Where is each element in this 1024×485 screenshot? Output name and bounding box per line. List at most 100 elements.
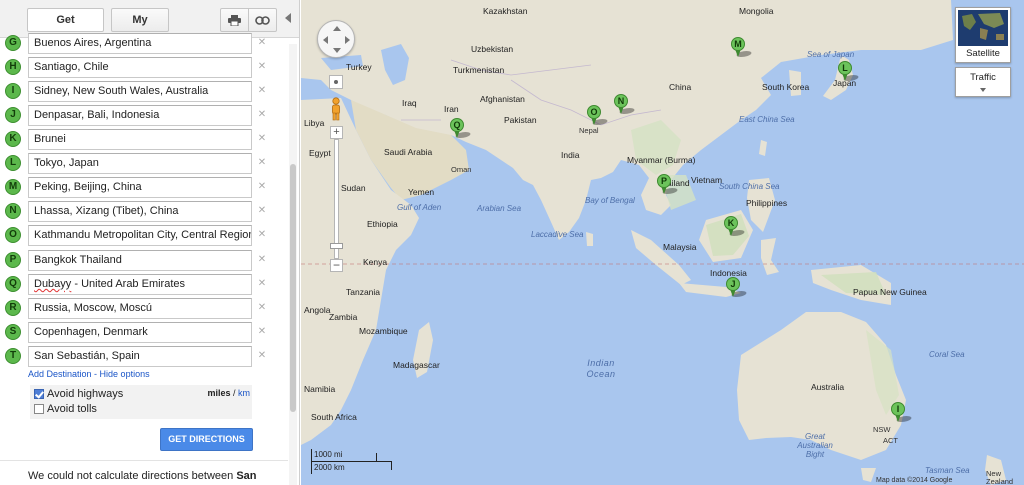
add-destination-link[interactable]: Add Destination [28, 369, 92, 379]
avoid-highways-option[interactable]: Avoid highways [34, 387, 123, 401]
remove-destination-icon[interactable]: ✕ [257, 84, 267, 98]
remove-destination-icon[interactable]: ✕ [257, 132, 267, 146]
map-label-egypt: Egypt [309, 148, 331, 158]
map-marker[interactable]: I [891, 402, 914, 422]
remove-destination-icon[interactable]: ✕ [257, 253, 267, 267]
destination-row: S Copenhagen, Denmark ✕ [5, 322, 270, 344]
map-label-angola: Angola [304, 305, 331, 315]
remove-destination-icon[interactable]: ✕ [257, 349, 267, 363]
map-marker[interactable]: O [587, 105, 610, 125]
scale-km: 2000 km [314, 463, 345, 472]
my-places-tab[interactable]: My places [111, 8, 169, 48]
link-button[interactable] [248, 8, 277, 32]
miles-unit[interactable]: miles [207, 388, 230, 398]
map-label-arabian-sea: Arabian Sea [477, 204, 522, 213]
map-label-mongolia: Mongolia [739, 6, 774, 16]
map-scale: 1000 mi 2000 km [311, 449, 393, 474]
pan-left-icon[interactable] [323, 36, 328, 44]
map-label-pakistan: Pakistan [504, 115, 537, 125]
remove-destination-icon[interactable]: ✕ [257, 60, 267, 74]
marker-icon: Q [5, 276, 21, 292]
map-label-coral-sea: Coral Sea [929, 350, 965, 359]
marker-label: O [587, 105, 601, 119]
avoid-highways-checkbox[interactable] [34, 389, 44, 399]
zoom-out-button[interactable]: − [330, 259, 343, 272]
destination-row: H Santiago, Chile ✕ [5, 57, 270, 79]
destination-input[interactable]: Dubayy - United Arab Emirates [28, 274, 252, 295]
pegman-icon[interactable] [329, 97, 343, 121]
destination-input[interactable]: Denpasar, Bali, Indonesia [28, 105, 252, 126]
pan-control[interactable] [317, 20, 355, 58]
map-label-afghanistan: Afghanistan [480, 94, 525, 104]
avoid-tolls-checkbox[interactable] [34, 404, 44, 414]
remove-destination-icon[interactable]: ✕ [257, 301, 267, 315]
print-button[interactable] [220, 8, 249, 32]
destination-row: O Kathmandu Metropolitan City, Central R… [5, 225, 270, 247]
pan-up-icon[interactable] [333, 26, 341, 31]
remove-destination-icon[interactable]: ✕ [257, 156, 267, 170]
destination-input[interactable]: San Sebastián, Spain [28, 346, 252, 367]
zoom-slider-track[interactable] [334, 139, 339, 259]
destination-input[interactable]: Bangkok Thailand [28, 250, 252, 271]
map-label-vietnam: Vietnam [691, 175, 723, 185]
map-marker[interactable]: N [614, 94, 637, 114]
remove-destination-icon[interactable]: ✕ [257, 108, 267, 122]
map-label-great-australian-bight: Great Australian Bight [797, 432, 833, 459]
destination-input[interactable]: Brunei [28, 129, 252, 150]
map-marker[interactable]: L [838, 61, 861, 81]
remove-destination-icon[interactable]: ✕ [257, 325, 267, 339]
marker-icon: G [5, 35, 21, 51]
collapse-panel-icon[interactable] [285, 13, 291, 23]
traffic-label: Traffic [970, 72, 996, 83]
avoid-tolls-option[interactable]: Avoid tolls [34, 402, 97, 416]
zoom-in-button[interactable]: + [330, 126, 343, 139]
get-directions-button[interactable]: GET DIRECTIONS [160, 428, 253, 451]
destination-input[interactable]: Sidney, New South Wales, Australia [28, 81, 252, 102]
map-marker[interactable]: M [731, 37, 754, 57]
scrollbar-thumb[interactable] [290, 164, 296, 412]
destination-input[interactable]: Russia, Moscow, Moscú [28, 298, 252, 319]
remove-destination-icon[interactable]: ✕ [257, 180, 267, 194]
marker-icon: N [5, 203, 21, 219]
map-marker[interactable]: J [726, 277, 749, 297]
destination-input[interactable]: Peking, Beijing, China [28, 177, 252, 198]
map-label-bay-of-bengal: Bay of Bengal [585, 196, 635, 205]
zoom-slider-handle[interactable] [330, 243, 343, 249]
remove-destination-icon[interactable]: ✕ [257, 36, 267, 50]
marker-label: I [891, 402, 905, 416]
satellite-label: Satellite [966, 48, 1000, 59]
map-view[interactable]: Kazakhstan Mongolia Sea of Japan Uzbekis… [301, 0, 1024, 485]
remove-destination-icon[interactable]: ✕ [257, 277, 267, 291]
destination-input[interactable]: Copenhagen, Denmark [28, 322, 252, 343]
error-message: We could not calculate directions betwee… [28, 470, 257, 482]
destination-input[interactable]: Buenos Aires, Argentina [28, 33, 252, 54]
map-marker[interactable]: Q [450, 118, 473, 138]
map-marker[interactable]: K [724, 216, 747, 236]
traffic-toggle[interactable]: Traffic [955, 67, 1011, 97]
misspelled-word: Dubayy [34, 278, 72, 290]
marker-icon: S [5, 324, 21, 340]
marker-icon: M [5, 179, 21, 195]
map-label-kazakhstan: Kazakhstan [483, 6, 528, 16]
map-label-nepal: Nepal [579, 126, 599, 135]
map-marker[interactable]: P [657, 174, 680, 194]
get-directions-tab[interactable]: Get directions [27, 8, 104, 48]
avoid-tolls-label: Avoid tolls [47, 403, 97, 415]
km-unit[interactable]: km [238, 388, 250, 398]
link-icon [255, 15, 270, 25]
chevron-down-icon [980, 88, 986, 92]
scale-miles: 1000 mi [314, 450, 343, 459]
pan-down-icon[interactable] [333, 48, 341, 53]
hide-options-link[interactable]: Hide options [100, 369, 150, 379]
satellite-toggle[interactable]: Satellite [955, 7, 1011, 63]
destination-input[interactable]: Santiago, Chile [28, 57, 252, 78]
location-button[interactable] [329, 75, 343, 89]
remove-destination-icon[interactable]: ✕ [257, 228, 267, 242]
map-label-madagascar: Madagascar [393, 360, 440, 370]
destination-text: - United Arab Emirates [71, 278, 186, 290]
pan-right-icon[interactable] [345, 36, 350, 44]
destination-input[interactable]: Tokyo, Japan [28, 153, 252, 174]
destination-input[interactable]: Kathmandu Metropolitan City, Central Reg… [28, 225, 252, 246]
destination-input[interactable]: Lhassa, Xizang (Tibet), China [28, 201, 252, 222]
remove-destination-icon[interactable]: ✕ [257, 204, 267, 218]
